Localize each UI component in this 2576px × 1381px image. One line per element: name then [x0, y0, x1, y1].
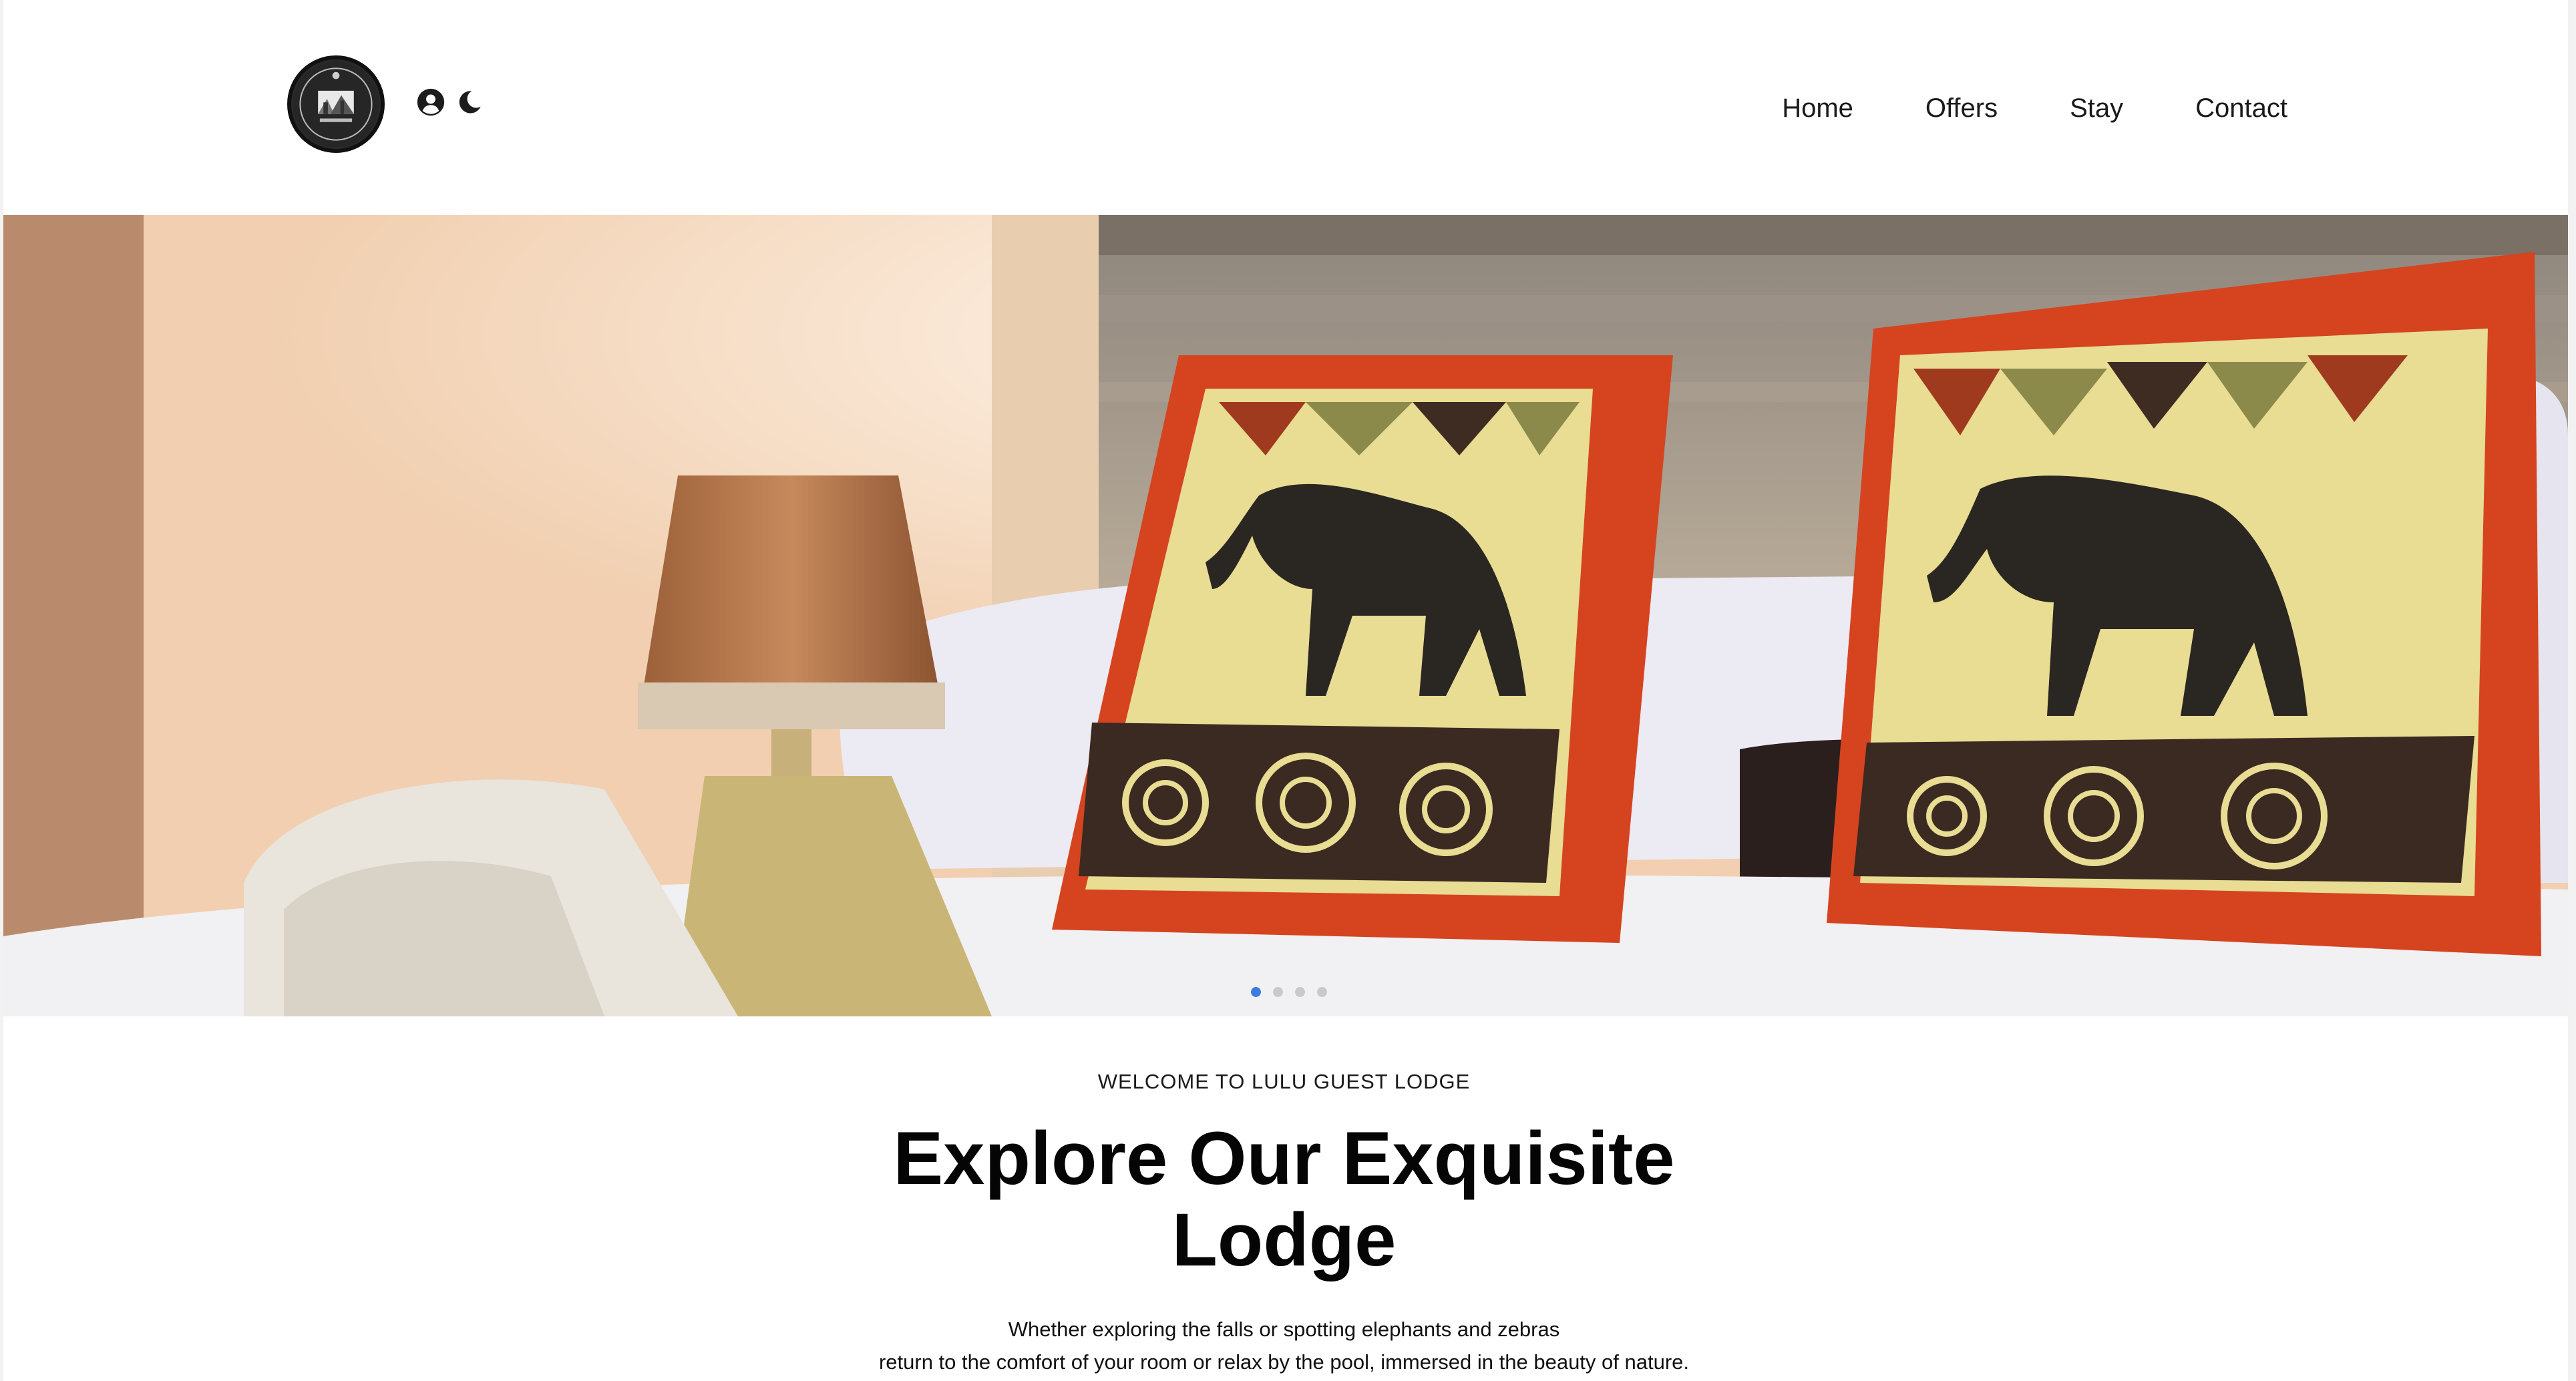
intro-section: WELCOME TO LULU GUEST LODGE Explore Our …	[0, 1016, 2568, 1378]
carousel-dot-4[interactable]	[1317, 987, 1327, 997]
carousel-dot-3[interactable]	[1295, 987, 1305, 997]
carousel-dot-1[interactable]	[1251, 987, 1261, 997]
main-nav: Home Offers Stay Contact	[1782, 93, 2287, 124]
nav-home[interactable]: Home	[1782, 93, 1853, 124]
welcome-eyebrow: WELCOME TO LULU GUEST LODGE	[1097, 1070, 1471, 1093]
hero-carousel[interactable]	[3, 215, 2568, 1016]
intro-line-1: Whether exploring the falls or spotting …	[1008, 1318, 1560, 1341]
headline-line-2: Lodge	[1171, 1198, 1397, 1281]
carousel-dot-2[interactable]	[1273, 987, 1283, 997]
headline-line-1: Explore Our Exquisite	[893, 1117, 1675, 1200]
nav-offers[interactable]: Offers	[1925, 93, 1998, 124]
intro-paragraph: Whether exploring the falls or spotting …	[0, 1313, 2568, 1378]
hero-image	[3, 215, 2568, 1016]
nav-stay[interactable]: Stay	[2070, 93, 2123, 124]
user-icon[interactable]	[416, 87, 445, 117]
site-header: Home Offers Stay Contact	[3, 0, 2568, 215]
lodge-logo[interactable]	[287, 55, 385, 153]
page-headline: Explore Our Exquisite Lodge	[817, 1118, 1752, 1281]
nav-contact[interactable]: Contact	[2195, 93, 2287, 124]
window-frame-right	[2568, 0, 2576, 1381]
intro-line-2: return to the comfort of your room or re…	[878, 1350, 1690, 1374]
moon-icon[interactable]	[456, 89, 483, 116]
carousel-dots	[1251, 987, 1327, 997]
